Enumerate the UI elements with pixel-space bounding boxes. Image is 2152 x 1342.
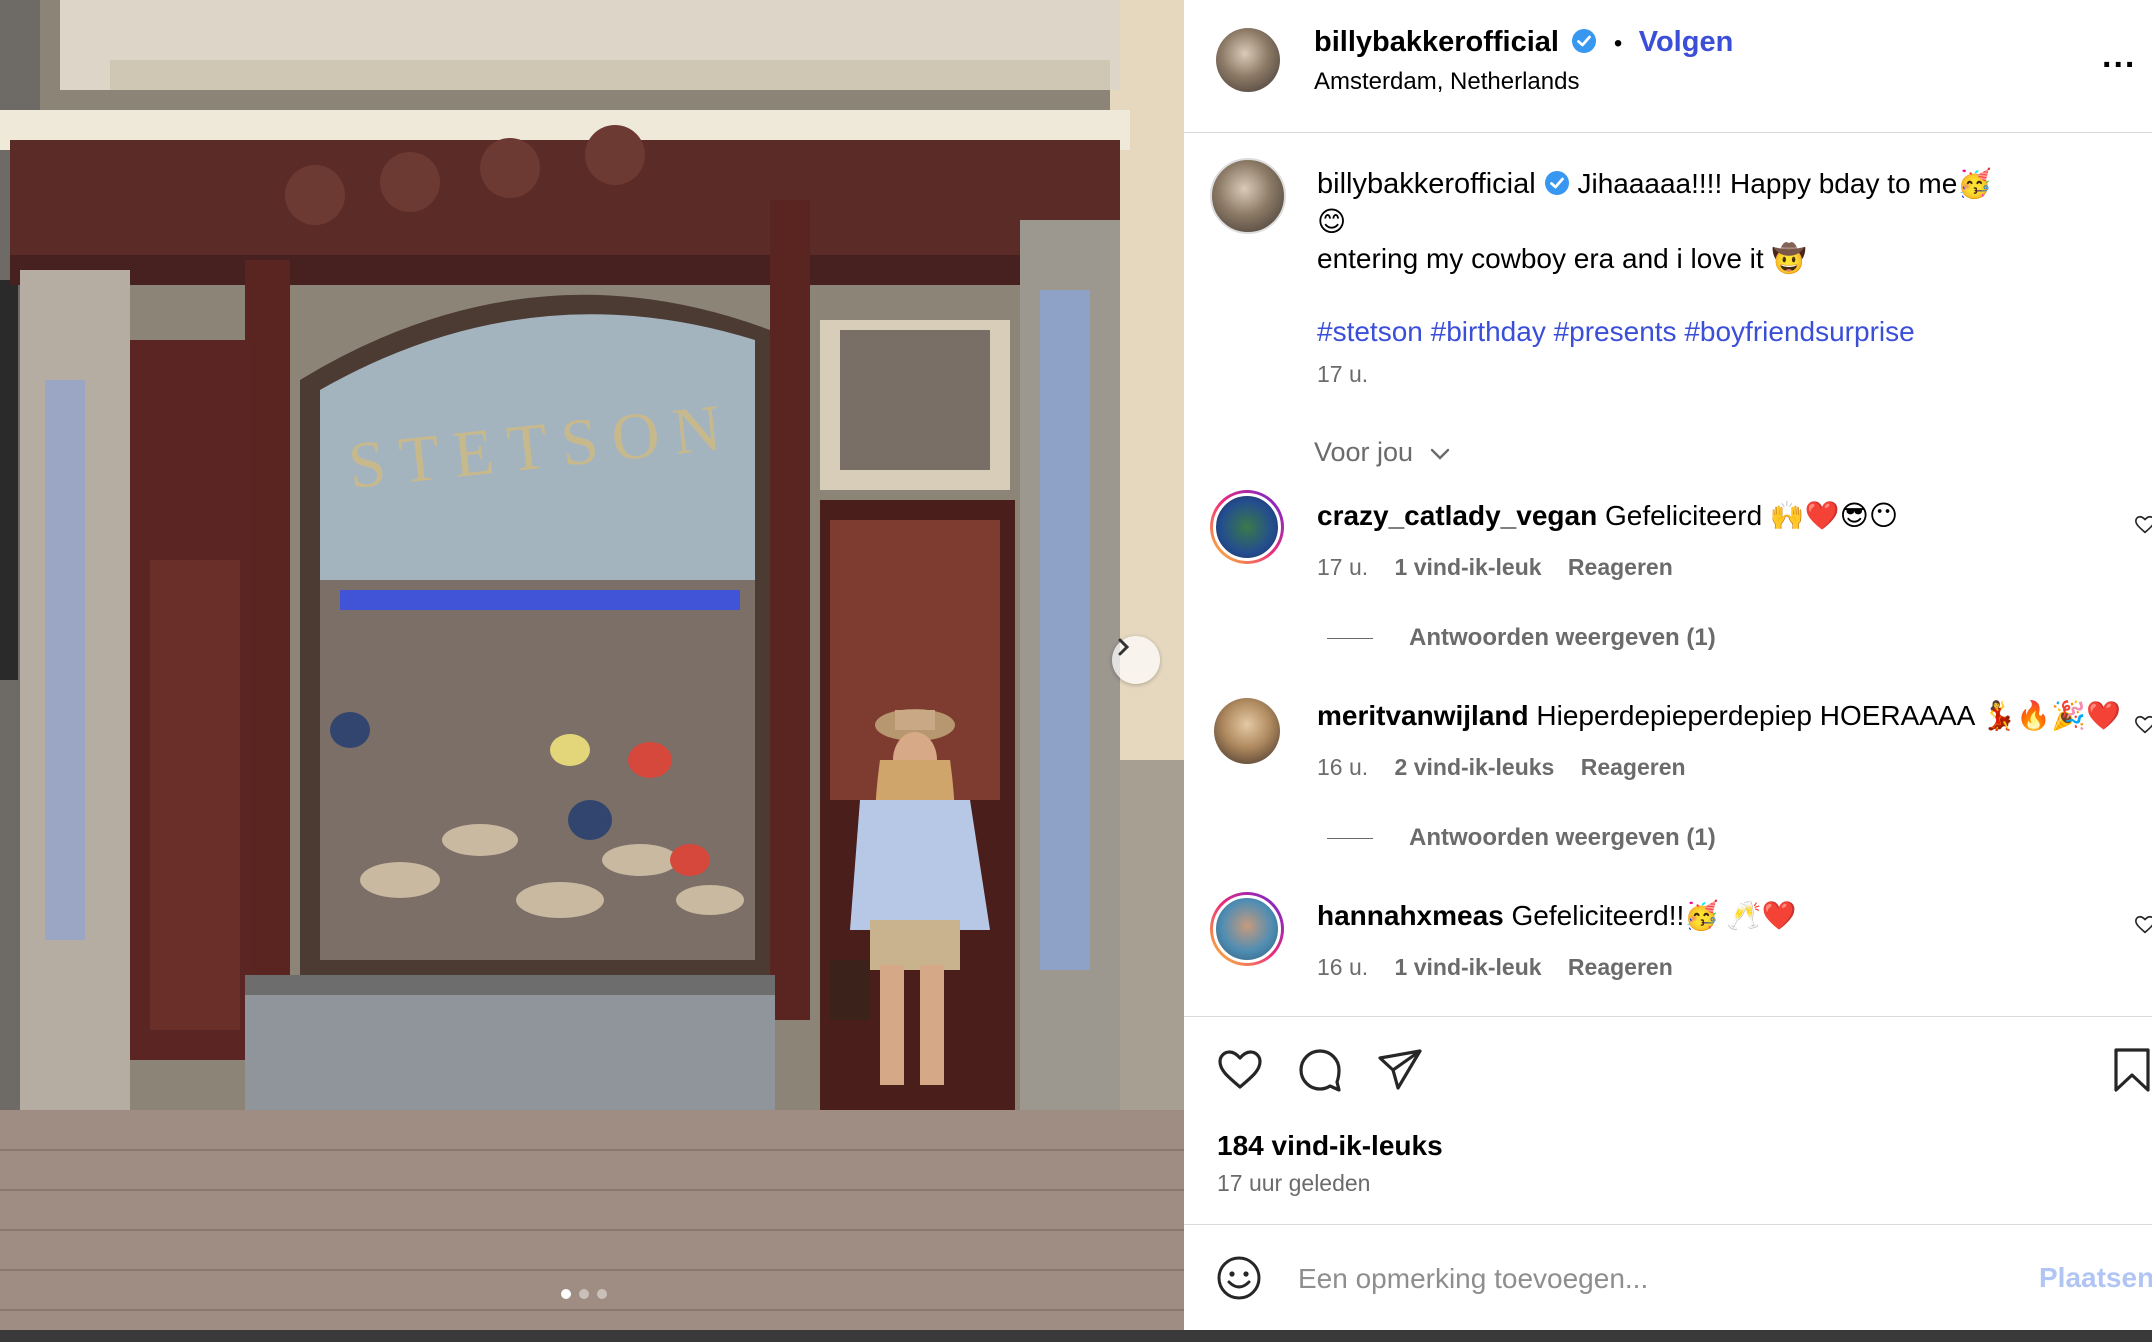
comment-likes[interactable]: 1 vind-ik-leuk (1395, 554, 1542, 580)
comment-likes[interactable]: 2 vind-ik-leuks (1395, 754, 1555, 780)
comment-text: hannahxmeas Gefeliciteerd!!🥳 🥂❤️ (1317, 898, 1797, 934)
more-options-button[interactable]: ... (2102, 39, 2136, 73)
save-bookmark-icon[interactable] (2108, 1046, 2152, 1094)
comment-username[interactable]: hannahxmeas (1317, 900, 1504, 931)
replies-divider (1327, 638, 1373, 640)
commenter-avatar[interactable] (1210, 892, 1284, 966)
view-replies-button[interactable]: Antwoorden weergeven (1) (1327, 624, 1716, 652)
carousel-indicator (561, 1289, 607, 1299)
page-background-strip (0, 1330, 2152, 1342)
comment-time: 17 u. (1317, 554, 1369, 580)
comment-body: Gefeliciteerd 🙌❤️😎😶 (1604, 500, 1899, 531)
comment-username[interactable]: crazy_catlady_vegan (1317, 500, 1597, 531)
view-replies-button[interactable]: Antwoorden weergeven (1) (1327, 824, 1716, 852)
author-username[interactable]: billybakkerofficial (1314, 26, 1559, 58)
replies-divider (1327, 838, 1373, 840)
caption-author-avatar[interactable] (1210, 158, 1286, 234)
chevron-down-icon (1430, 448, 1449, 460)
comment-body: Hieperdepieperdepiep HOERAAAA 💃🔥🎉❤️ (1536, 700, 2122, 731)
comment-meta: 17 u. 1 vind-ik-leuk Reageren (1317, 554, 1673, 581)
chevron-right-icon (1118, 638, 1130, 656)
reply-button[interactable]: Reageren (1568, 554, 1673, 580)
post-sidebar: billybakkerofficial • Volgen Amsterdam, … (1184, 0, 2152, 1330)
commenter-avatar[interactable] (1210, 490, 1284, 564)
carousel-dot-1 (561, 1289, 571, 1299)
share-send-icon[interactable] (1376, 1046, 1424, 1094)
post-location[interactable]: Amsterdam, Netherlands (1314, 68, 1579, 96)
carousel-next-button[interactable] (1112, 636, 1160, 684)
emoji-picker-icon[interactable] (1215, 1254, 1263, 1302)
header-separator: • (1613, 30, 1623, 57)
comment-bubble-icon[interactable] (1296, 1046, 1344, 1094)
comment-username[interactable]: meritvanwijland (1317, 700, 1529, 731)
caption-line-3: entering my cowboy era and i love it 🤠 (1317, 243, 1807, 274)
comment-input[interactable] (1296, 1258, 2000, 1300)
caption-time: 17 u. (1317, 361, 1369, 387)
comment-text: crazy_catlady_vegan Gefeliciteerd 🙌❤️😎😶 (1317, 498, 1898, 534)
caption-hashtags[interactable]: #stetson #birthday #presents #boyfriends… (1317, 313, 2137, 350)
comment-sort-label: Voor jou (1314, 437, 1414, 467)
composer-divider (1184, 1224, 2152, 1225)
comment-text: meritvanwijland Hieperdepieperdepiep HOE… (1317, 698, 2121, 734)
author-avatar[interactable] (1216, 28, 1280, 92)
like-comment-heart-icon[interactable] (2134, 714, 2152, 736)
actions-divider (1184, 1016, 2152, 1017)
reply-button[interactable]: Reageren (1568, 954, 1673, 980)
verified-badge-icon (1544, 171, 1569, 195)
post-timestamp: 17 uur geleden (1217, 1170, 1371, 1196)
post-comment-button[interactable]: Plaatsen (2039, 1262, 2152, 1294)
caption-username[interactable]: billybakkerofficial (1317, 168, 1536, 200)
post-photo[interactable]: STETSON (0, 0, 1184, 1330)
carousel-dot-3 (597, 1289, 607, 1299)
caption-line-2: 😊 (1317, 206, 1347, 237)
follow-button[interactable]: Volgen (1639, 26, 1734, 58)
like-comment-heart-icon[interactable] (2134, 514, 2152, 536)
storefront-photo: STETSON (0, 0, 1184, 1330)
view-replies-label: Antwoorden weergeven (1) (1409, 624, 1716, 651)
comment-time: 16 u. (1317, 954, 1369, 980)
like-heart-icon[interactable] (1216, 1046, 1264, 1094)
comment-meta: 16 u. 1 vind-ik-leuk Reageren (1317, 954, 1673, 981)
commenter-avatar[interactable] (1214, 698, 1280, 764)
comment-sort-dropdown[interactable]: Voor jou (1314, 437, 1451, 468)
like-count[interactable]: 184 vind-ik-leuks (1217, 1130, 1443, 1162)
comment-likes[interactable]: 1 vind-ik-leuk (1395, 954, 1542, 980)
comment-meta: 16 u. 2 vind-ik-leuks Reageren (1317, 754, 1686, 781)
post-caption: billybakkerofficial Jihaaaaa!!!! Happy b… (1317, 165, 2137, 393)
like-comment-heart-icon[interactable] (2134, 914, 2152, 936)
comment-time: 16 u. (1317, 754, 1369, 780)
view-replies-label: Antwoorden weergeven (1) (1409, 824, 1716, 851)
post-header: billybakkerofficial • Volgen Amsterdam, … (1184, 0, 2152, 133)
carousel-dot-2 (579, 1289, 589, 1299)
comment-body: Gefeliciteerd!!🥳 🥂❤️ (1511, 900, 1797, 931)
reply-button[interactable]: Reageren (1581, 754, 1686, 780)
verified-badge-icon (1572, 29, 1597, 53)
caption-line-1: Jihaaaaa!!!! Happy bday to me🥳 (1577, 168, 1993, 199)
